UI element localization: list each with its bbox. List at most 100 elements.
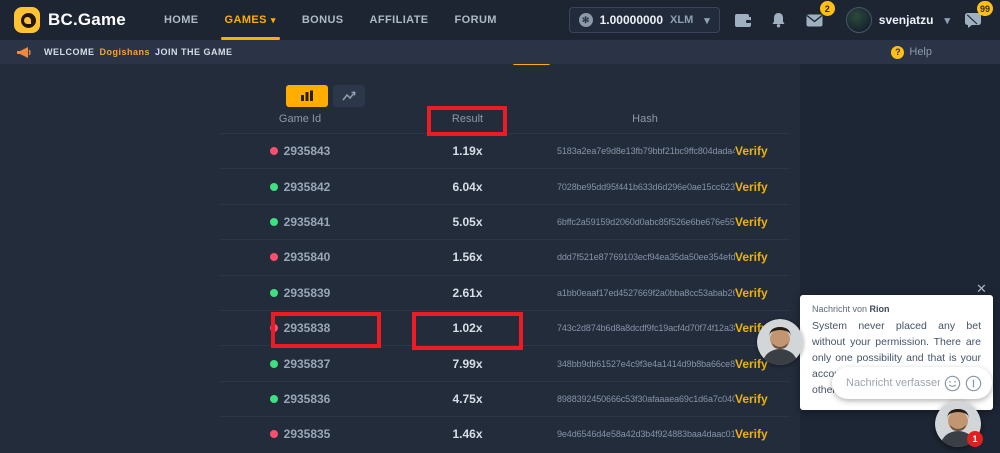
result-value: 4.75x — [380, 392, 555, 406]
announcement-join: JOIN THE GAME — [155, 47, 233, 57]
game-id: 2935843 — [284, 144, 331, 158]
balance-amount: 1.00000000 — [600, 13, 663, 27]
verify-link[interactable]: Verify — [735, 250, 790, 264]
messages-badge: 2 — [820, 1, 835, 16]
table-row: 2935835 1.46x 9e4d6546d4e58a42d3b4f92488… — [220, 416, 790, 451]
status-dot — [270, 253, 278, 261]
status-dot — [270, 183, 278, 191]
verify-link[interactable]: Verify — [735, 392, 790, 406]
table-row: 2935839 2.61x a1bb0eaaf17ed4527669f2a0bb… — [220, 275, 790, 310]
result-value: 6.04x — [380, 180, 555, 194]
chat-input-bar — [832, 367, 992, 399]
table-row: 2935840 1.56x ddd7f521e87769103ecf94ea35… — [220, 239, 790, 274]
verify-link[interactable]: Verify — [735, 427, 790, 441]
nav-games[interactable]: GAMES▾ — [225, 0, 276, 40]
bar-chart-icon — [300, 90, 314, 102]
messages-button[interactable]: 2 — [802, 7, 828, 33]
nav-bonus[interactable]: BONUS — [302, 0, 344, 40]
xlm-coin-icon: ✻ — [579, 13, 593, 27]
status-dot — [270, 430, 278, 438]
user-menu[interactable]: svenjatzu ▾ — [846, 7, 950, 33]
hash-value: 6bffc2a59159d2060d0abc85f526e6be676e5590… — [555, 217, 735, 227]
hash-value: 5183a2ea7e9d8e13fb79bbf21bc9ffc804dada4a… — [555, 146, 735, 156]
bell-icon — [771, 12, 786, 28]
status-dot — [270, 395, 278, 403]
logo-text: BC.Game — [48, 10, 126, 30]
hash-value: 7028be95dd95f441b633d6d296e0ae15cc6238dd… — [555, 182, 735, 192]
announcement-bar: WELCOME Dogishans JOIN THE GAME ? Help — [0, 40, 1000, 64]
chat-message-input[interactable] — [846, 377, 940, 389]
notifications-button[interactable] — [766, 7, 792, 33]
status-dot — [270, 360, 278, 368]
megaphone-icon — [16, 46, 32, 59]
hash-value: 9e4d6546d4e58a42d3b4f924883baa4daac019ce… — [555, 429, 735, 439]
nav-affiliate[interactable]: AFFILIATE — [370, 0, 429, 40]
help-button[interactable]: ? Help — [891, 46, 932, 59]
annotation-box-game-id — [271, 312, 381, 348]
game-id: 2935842 — [284, 180, 331, 194]
top-navbar: BC.Game HOME GAMES▾ BONUS AFFILIATE FORU… — [0, 0, 1000, 40]
chat-sender-name: Rion — [870, 304, 890, 314]
annotation-box-result-header — [427, 106, 507, 136]
nav-forum[interactable]: FORUM — [455, 0, 497, 40]
question-mark-icon: ? — [891, 46, 904, 59]
result-value: 7.99x — [380, 357, 555, 371]
result-value: 5.05x — [380, 215, 555, 229]
hash-value: 348bb9db61527e4c9f3e4a1414d9b8ba66ce8970… — [555, 359, 735, 369]
verify-link[interactable]: Verify — [735, 180, 790, 194]
verify-link[interactable]: Verify — [735, 286, 790, 300]
chat-toggle-button[interactable]: 99 — [960, 7, 986, 33]
hash-value: 8988392450666c53f30afaaaea69c1d6a7c0407e… — [555, 394, 735, 404]
chevron-down-icon: ▾ — [271, 15, 276, 26]
chat-badge: 99 — [977, 1, 993, 16]
trend-line-icon — [342, 90, 356, 102]
tab-trend-view[interactable] — [333, 85, 365, 107]
verify-link[interactable]: Verify — [735, 215, 790, 229]
game-id: 2935840 — [284, 250, 331, 264]
help-label: Help — [909, 46, 932, 58]
announcement-username: Dogishans — [100, 47, 151, 57]
info-icon[interactable] — [965, 375, 982, 392]
result-value: 1.56x — [380, 250, 555, 264]
history-view-tabs — [286, 85, 365, 107]
header-right: ✻ 1.00000000 XLM ▾ 2 svenja — [569, 7, 1000, 33]
envelope-icon — [806, 14, 823, 27]
game-history-table: Game Id Result Hash 2935843 1.19x 5183a2… — [220, 105, 790, 452]
chevron-down-icon: ▾ — [944, 14, 950, 27]
game-id: 2935837 — [284, 357, 331, 371]
user-avatar — [846, 7, 872, 33]
username: svenjatzu — [879, 13, 934, 27]
table-row: 2935842 6.04x 7028be95dd95f441b633d6d296… — [220, 168, 790, 203]
announcement-welcome: WELCOME — [44, 47, 95, 57]
chat-close-icon[interactable]: ✕ — [976, 281, 987, 297]
col-header-game-id: Game Id — [220, 113, 380, 125]
wallet-button[interactable] — [730, 7, 756, 33]
chat-launcher-badge: 1 — [967, 431, 983, 447]
hash-value: ddd7f521e87769103ecf94ea35da50ee354efd1c… — [555, 252, 735, 262]
tab-list-view[interactable] — [286, 85, 328, 107]
hash-value: a1bb0eaaf17ed4527669f2a0bba8cc53abab26c6… — [555, 288, 735, 298]
bcgame-logo-icon — [14, 7, 40, 33]
result-value: 1.19x — [380, 144, 555, 158]
game-id: 2935835 — [284, 427, 331, 441]
chat-message-header: Nachricht von Rion — [812, 304, 981, 314]
annotation-box-result-value — [412, 312, 523, 350]
game-id: 2935836 — [284, 392, 331, 406]
wallet-icon — [734, 12, 752, 28]
main-nav: HOME GAMES▾ BONUS AFFILIATE FORUM — [164, 0, 497, 40]
balance-currency: XLM — [670, 14, 693, 26]
game-id: 2935839 — [284, 286, 331, 300]
nav-home[interactable]: HOME — [164, 0, 199, 40]
emoji-icon[interactable] — [944, 375, 961, 392]
table-row: 2935843 1.19x 5183a2ea7e9d8e13fb79bbf21b… — [220, 133, 790, 168]
hash-value: 743c2d874b6d8a8dcdf9fc19acf4d70f74f12a38… — [555, 323, 735, 333]
game-id: 2935841 — [284, 215, 331, 229]
status-dot — [270, 147, 278, 155]
status-dot — [270, 218, 278, 226]
table-row: 2935837 7.99x 348bb9db61527e4c9f3e4a1414… — [220, 345, 790, 380]
logo[interactable]: BC.Game — [0, 7, 126, 33]
verify-link[interactable]: Verify — [735, 144, 790, 158]
agent-avatar — [757, 319, 803, 365]
balance-selector[interactable]: ✻ 1.00000000 XLM ▾ — [569, 7, 720, 33]
chevron-down-icon: ▾ — [704, 14, 710, 27]
